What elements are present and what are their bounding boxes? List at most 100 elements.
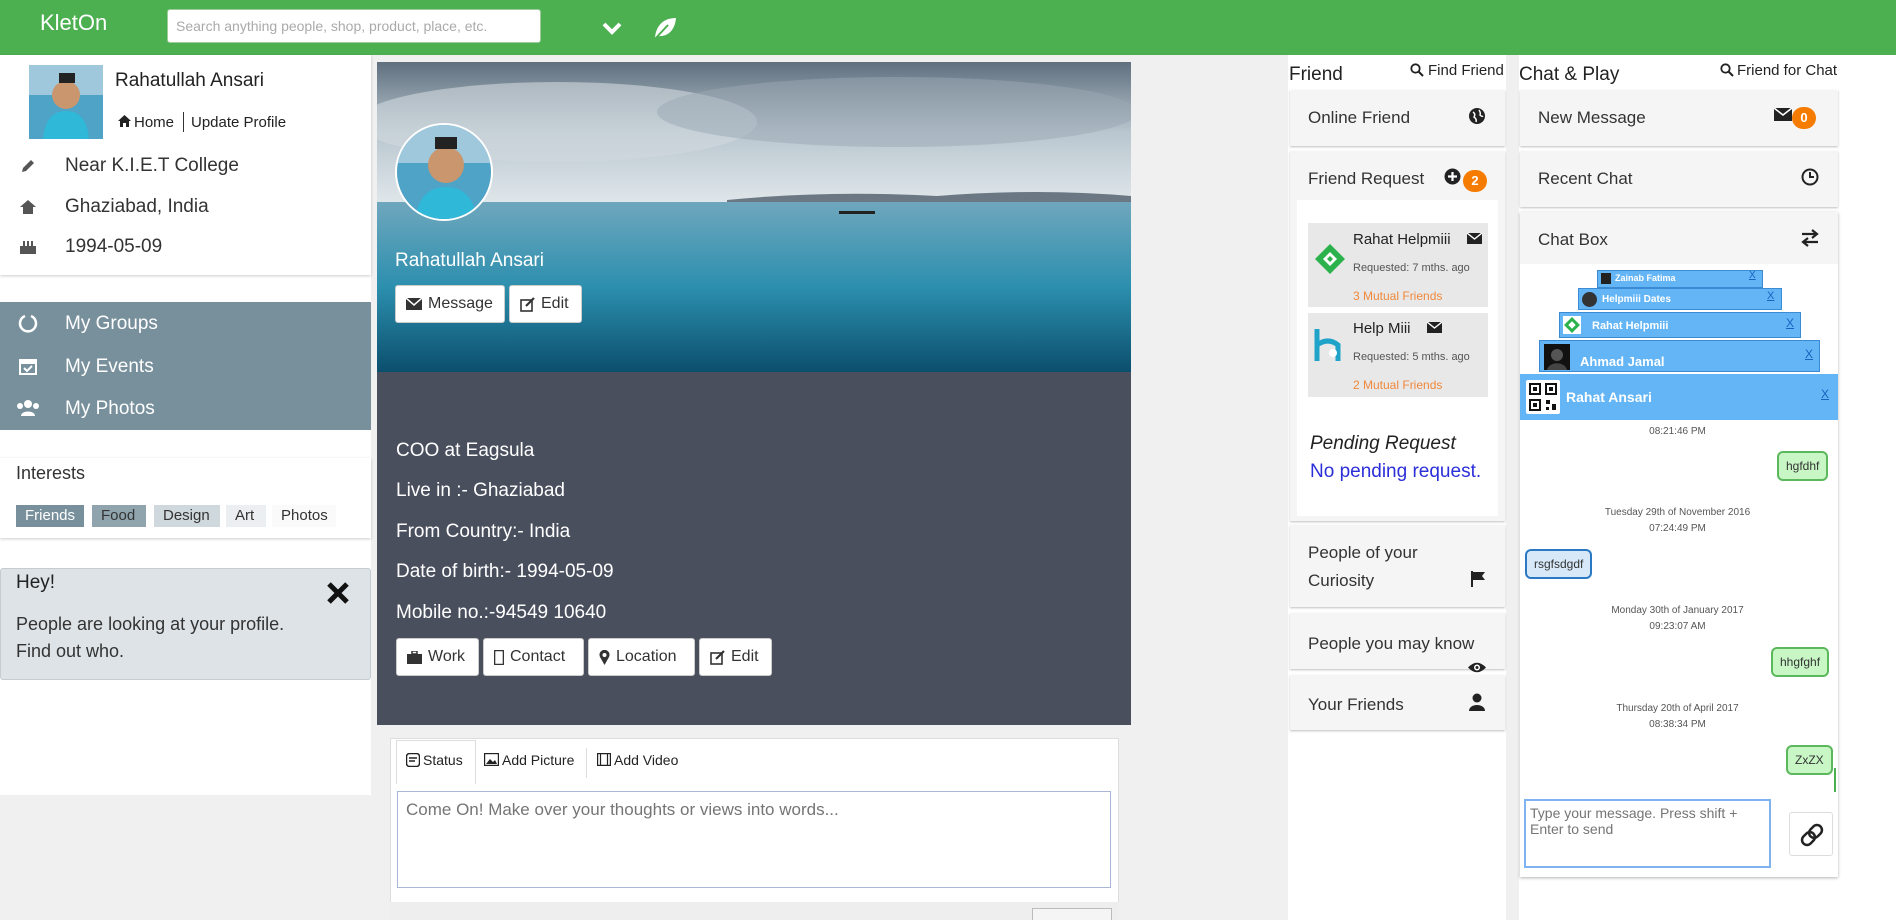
edit-about-label: Edit xyxy=(731,648,759,665)
edit-icon xyxy=(710,649,725,665)
globe-icon xyxy=(1468,107,1486,125)
status-icon xyxy=(406,753,420,767)
tab-add-picture[interactable]: Add Picture xyxy=(502,752,574,768)
work-label: Work xyxy=(428,648,466,665)
about-job: COO at Eagsula xyxy=(396,440,535,461)
close-icon[interactable] xyxy=(326,581,350,605)
chat-tab-close[interactable]: X xyxy=(1805,347,1813,361)
qr-avatar xyxy=(1526,380,1560,414)
home-icon xyxy=(117,114,132,128)
tab-divider xyxy=(586,748,587,778)
new-message-label: New Message xyxy=(1538,108,1646,127)
attach-link-button[interactable] xyxy=(1789,812,1833,856)
message-timestamp: 08:38:34 PM xyxy=(1649,719,1706,730)
friend-panel-title: Friend xyxy=(1289,64,1343,85)
curiosity-row[interactable] xyxy=(1290,525,1505,607)
envelope-icon[interactable] xyxy=(1427,322,1442,333)
may-know-label: People you may know xyxy=(1308,634,1475,653)
interest-tag[interactable]: Art xyxy=(226,505,266,527)
menu-my-photos[interactable]: My Photos xyxy=(65,398,155,420)
exchange-icon[interactable] xyxy=(1800,229,1820,247)
chat-tab-avatar xyxy=(1563,316,1581,334)
chat-tab-close[interactable]: X xyxy=(1749,270,1756,281)
request-name[interactable]: Rahat Helpmiii xyxy=(1353,231,1451,248)
pending-title: Pending Request xyxy=(1310,433,1456,454)
message-timestamp: Thursday 20th of April 2017 xyxy=(1616,703,1739,714)
message-button[interactable]: Message xyxy=(395,285,505,323)
about-mobile: Mobile no.:-94549 10640 xyxy=(396,602,607,623)
envelope-icon xyxy=(1774,108,1792,121)
curiosity-label-2: Curiosity xyxy=(1308,571,1375,590)
request-time: Requested: 5 mths. ago xyxy=(1353,351,1470,363)
menu-my-events[interactable]: My Events xyxy=(65,356,154,378)
location-detail: Near K.I.E.T College xyxy=(65,155,239,176)
notice-line-1: People are looking at your profile. xyxy=(16,614,285,634)
edit-icon xyxy=(520,296,535,312)
chevron-down-icon[interactable] xyxy=(601,17,623,39)
spacer xyxy=(1131,55,1281,920)
interest-tag[interactable]: Friends xyxy=(16,505,84,527)
mutual-friends-link[interactable]: 3 Mutual Friends xyxy=(1353,289,1442,303)
cover-name: Rahatullah Ansari xyxy=(395,250,544,271)
leaf-icon[interactable] xyxy=(652,15,678,41)
interests-title: Interests xyxy=(16,463,86,483)
feedly-logo-icon xyxy=(1313,242,1347,276)
online-friend-label: Online Friend xyxy=(1308,108,1411,127)
tab-add-video[interactable]: Add Video xyxy=(614,752,678,768)
post-button[interactable] xyxy=(1032,908,1112,920)
interest-tag[interactable]: Photos xyxy=(272,505,336,527)
update-profile-link[interactable]: Update Profile xyxy=(191,114,286,131)
chat-message-received: rsgfsdgdf xyxy=(1525,549,1593,579)
recent-chat-label: Recent Chat xyxy=(1538,169,1633,188)
avatar[interactable] xyxy=(29,65,103,139)
envelope-icon[interactable] xyxy=(1467,233,1482,244)
request-name[interactable]: Help Miii xyxy=(1353,320,1411,337)
mutual-friends-link[interactable]: 2 Mutual Friends xyxy=(1353,378,1442,392)
search-icon xyxy=(1720,63,1734,77)
chat-tab-close[interactable]: X xyxy=(1767,290,1774,302)
active-chat-name: Rahat Ansari xyxy=(1566,389,1652,405)
clock-icon xyxy=(1801,168,1819,186)
birthday-cake-icon xyxy=(19,239,37,255)
chat-tab-close[interactable]: X xyxy=(1786,316,1794,330)
active-chat-close[interactable]: X xyxy=(1821,387,1829,401)
your-friends-label: Your Friends xyxy=(1308,695,1404,714)
menu-my-groups[interactable]: My Groups xyxy=(65,313,158,335)
friend-for-chat-link[interactable]: Friend for Chat xyxy=(1737,62,1837,79)
chat-message-sent: hgfdhf xyxy=(1777,451,1829,481)
user-icon xyxy=(1468,693,1486,711)
scrollbar[interactable] xyxy=(1834,768,1836,792)
message-button-label: Message xyxy=(428,295,493,312)
friend-request-label[interactable]: Friend Request xyxy=(1308,169,1424,189)
location-button[interactable]: Location xyxy=(588,638,695,676)
notice-line-2[interactable]: Find out who. xyxy=(16,641,124,662)
profile-avatar-large[interactable] xyxy=(395,123,493,221)
curiosity-label-1: People of your xyxy=(1308,543,1418,562)
find-friend-link[interactable]: Find Friend xyxy=(1428,62,1504,79)
work-button[interactable]: Work xyxy=(396,638,479,676)
chat-tab-name: Rahat Helpmiii xyxy=(1592,320,1669,332)
helpmiii-logo-icon xyxy=(1314,327,1344,363)
edit-cover-button[interactable]: Edit xyxy=(509,285,582,323)
flag-icon xyxy=(1470,570,1486,588)
app-logo[interactable]: KletOn xyxy=(40,10,107,36)
home-link[interactable]: Home xyxy=(134,114,174,131)
chat-message-sent: ZxZX xyxy=(1786,745,1833,775)
groups-menu xyxy=(0,302,371,430)
mobile-icon xyxy=(494,649,504,665)
edit-about-button[interactable]: Edit xyxy=(699,638,772,676)
message-timestamp: Tuesday 29th of November 2016 xyxy=(1604,507,1751,518)
search-input[interactable] xyxy=(167,9,541,43)
interest-tag[interactable]: Food xyxy=(92,505,146,527)
contact-label: Contact xyxy=(510,648,566,665)
message-timestamp: 07:24:49 PM xyxy=(1649,523,1706,534)
profile-name: Rahatullah Ansari xyxy=(115,70,264,91)
interest-tag[interactable]: Design xyxy=(154,505,220,527)
post-textarea[interactable] xyxy=(397,791,1111,888)
house-icon xyxy=(19,199,37,215)
chat-box-label: Chat Box xyxy=(1538,230,1608,249)
chat-message-input[interactable] xyxy=(1524,799,1771,868)
new-message-count: 0 xyxy=(1792,107,1816,129)
location-label: Location xyxy=(616,648,677,665)
contact-button[interactable]: Contact xyxy=(483,638,584,676)
